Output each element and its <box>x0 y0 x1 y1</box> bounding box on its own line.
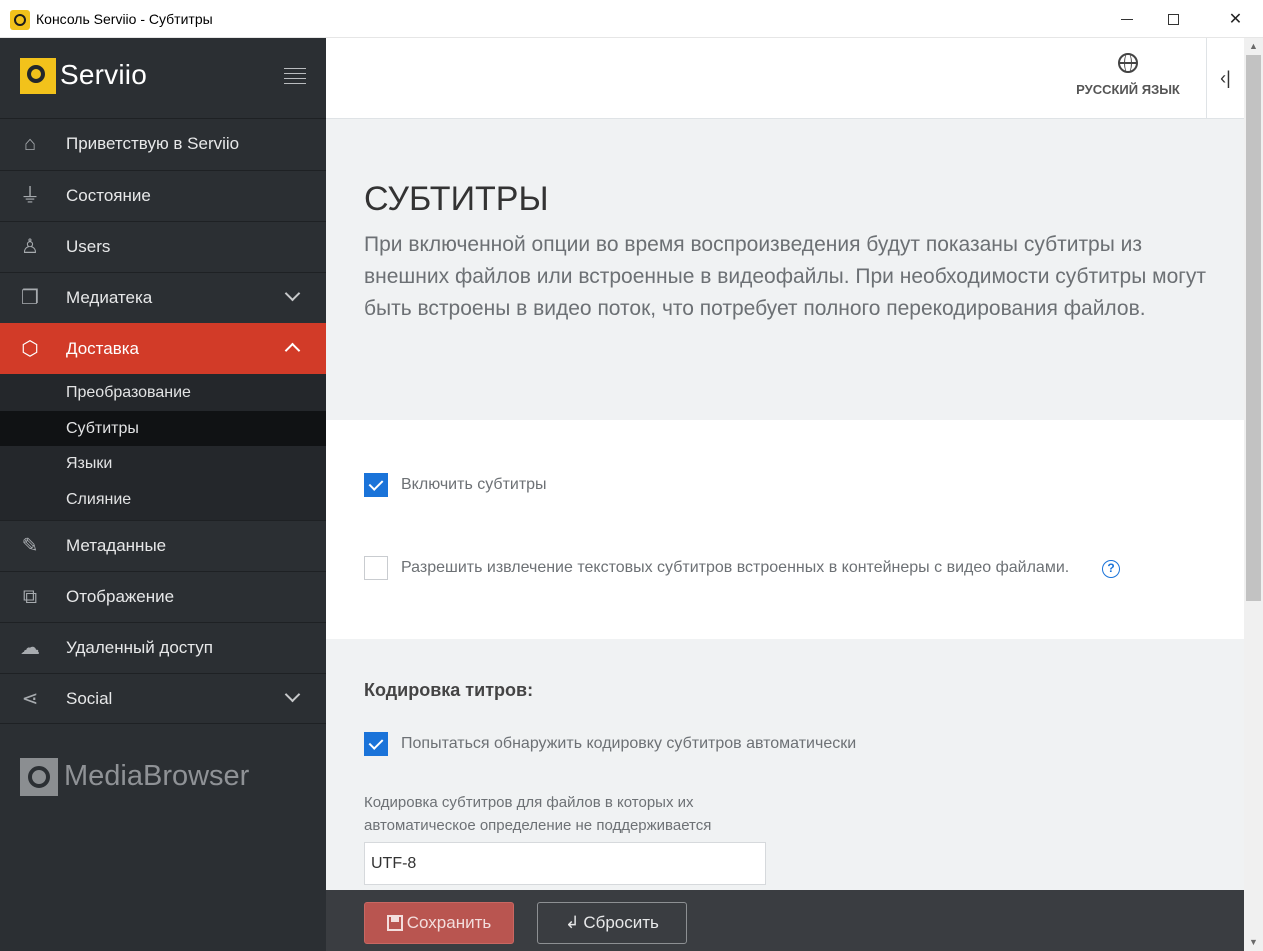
sidebar-item-remote-access[interactable]: ☁ Удаленный доступ <box>0 622 326 673</box>
window-title: Консоль Serviio - Субтитры <box>36 11 213 27</box>
sidebar-item-label: Медиатека <box>66 288 153 307</box>
sidebar-item-label: Удаленный доступ <box>66 638 213 657</box>
maximize-icon <box>1167 13 1179 25</box>
enable-subtitles-label: Включить субтитры <box>401 476 547 493</box>
enable-subtitles-checkbox[interactable] <box>364 473 388 497</box>
help-icon[interactable]: ? <box>1102 560 1120 578</box>
close-icon: ✕ <box>1228 11 1243 28</box>
sidebar-item-library[interactable]: ❐ Медиатека <box>0 272 326 323</box>
page-description: При включенной опции во время воспроизве… <box>364 233 1207 320</box>
extract-embedded-label: Разрешить извлечение текстовых субтитров… <box>401 559 1070 576</box>
extract-embedded-checkbox[interactable] <box>364 556 388 580</box>
app-window: Консоль Serviio - Субтитры ✕ Serviio ⌂ П… <box>0 0 1263 951</box>
scroll-up-arrow-icon[interactable]: ▲ <box>1244 38 1263 55</box>
scroll-down-arrow-icon[interactable]: ▼ <box>1244 934 1263 951</box>
sidebar-item-label: Отображение <box>66 587 175 606</box>
page-title: СУБТИТРЫ <box>364 180 549 218</box>
mediabrowser-logo-icon <box>20 758 58 796</box>
sidebar-item-label: Social <box>66 689 113 708</box>
sidebar-menu: ⌂ Приветствую в Serviio ⏚ Состояние ♙ Us… <box>0 119 326 724</box>
sidebar-item-presentation[interactable]: ⧉ Отображение <box>0 571 326 622</box>
app-icon <box>10 10 30 30</box>
box-icon: ⬡ <box>21 338 39 360</box>
sidebar-item-social[interactable]: ⋖ Social <box>0 673 326 724</box>
windows-icon: ⧉ <box>22 586 38 608</box>
brand-name: Serviio <box>60 59 147 90</box>
auto-detect-label: Попытаться обнаружить кодировку субтитро… <box>401 735 857 752</box>
sidebar-item-metadata[interactable]: ✎ Метаданные <box>0 520 326 571</box>
minimize-icon <box>1121 18 1133 20</box>
sidebar-item-welcome[interactable]: ⌂ Приветствую в Serviio <box>0 119 326 170</box>
encoding-section: Кодировка титров: Попытаться обнаружить … <box>326 639 1244 890</box>
mediabrowser-brand: MediaBrowser <box>64 760 250 792</box>
submenu-item-transcoding[interactable]: Преобразование <box>0 375 326 411</box>
user-icon: ♙ <box>21 236 39 258</box>
sidebar-item-delivery[interactable]: ⬡ Доставка <box>0 323 326 374</box>
floppy-disk-icon <box>386 915 403 931</box>
save-button-label: Сохранить <box>406 913 492 932</box>
encoding-title: Кодировка титров: <box>364 680 534 700</box>
chevron-up-icon <box>284 339 302 357</box>
submenu-item-subtitles[interactable]: Субтитры <box>0 410 326 446</box>
delivery-submenu: Преобразование Субтитры Языки Слияние <box>0 374 326 520</box>
maximize-button[interactable] <box>1150 0 1196 38</box>
sidebar-item-label: Метаданные <box>66 536 167 555</box>
plug-icon: ⏚ <box>20 185 40 207</box>
brand-header: Serviio <box>0 38 326 119</box>
scrollbar-thumb[interactable] <box>1246 55 1261 601</box>
close-button[interactable]: ✕ <box>1208 0 1263 38</box>
reset-button[interactable]: ↲ Сбросить <box>537 902 687 944</box>
vertical-scrollbar[interactable]: ▲ ▼ <box>1244 38 1263 951</box>
submenu-item-merging[interactable]: Слияние <box>0 482 326 518</box>
sidebar-item-label: Состояние <box>66 186 151 205</box>
share-icon: ⋖ <box>21 688 39 710</box>
submenu-item-languages[interactable]: Языки <box>0 446 326 482</box>
serviio-logo-icon <box>20 58 56 94</box>
chevron-down-icon <box>284 689 302 707</box>
sidebar-item-users[interactable]: ♙ Users <box>0 221 326 272</box>
home-icon: ⌂ <box>23 133 37 155</box>
intro-section: СУБТИТРЫ При включенной опции во время в… <box>326 119 1244 420</box>
subtitle-options-section: Включить субтитры Разрешить извлечение т… <box>326 420 1244 639</box>
main-content: СУБТИТРЫ При включенной опции во время в… <box>326 119 1244 890</box>
title-bar: Консоль Serviio - Субтитры ✕ <box>0 0 1263 38</box>
encoding-input[interactable] <box>364 842 766 885</box>
save-button[interactable]: Сохранить <box>364 902 514 944</box>
sidebar: Serviio ⌂ Приветствую в Serviio ⏚ Состоя… <box>0 38 326 951</box>
collapse-panel-button[interactable]: ‹| <box>1206 38 1244 119</box>
sidebar-item-label: Доставка <box>66 339 140 358</box>
top-bar: РУССКИЙ ЯЗЫК ‹| <box>326 38 1244 119</box>
encoding-field-label: Кодировка субтитров для файлов в которых… <box>364 794 712 834</box>
sidebar-item-label: Users <box>66 237 111 256</box>
chevron-down-icon <box>284 288 302 306</box>
edit-icon: ✎ <box>21 535 39 557</box>
language-label: РУССКИЙ ЯЗЫК <box>1076 82 1180 97</box>
sidebar-item-label: Приветствую в Serviio <box>66 134 240 153</box>
language-selector[interactable]: РУССКИЙ ЯЗЫК <box>1072 53 1184 97</box>
reset-button-label: Сбросить <box>583 913 659 932</box>
hamburger-menu-icon[interactable] <box>284 68 306 84</box>
library-icon: ❐ <box>21 287 39 309</box>
sidebar-item-status[interactable]: ⏚ Состояние <box>0 170 326 221</box>
undo-icon: ↲ <box>565 913 580 932</box>
action-bar: Сохранить ↲ Сбросить <box>326 890 1244 951</box>
globe-icon <box>1118 53 1138 73</box>
cloud-icon: ☁ <box>20 637 40 659</box>
auto-detect-checkbox[interactable] <box>364 732 388 756</box>
minimize-button[interactable] <box>1104 0 1150 38</box>
